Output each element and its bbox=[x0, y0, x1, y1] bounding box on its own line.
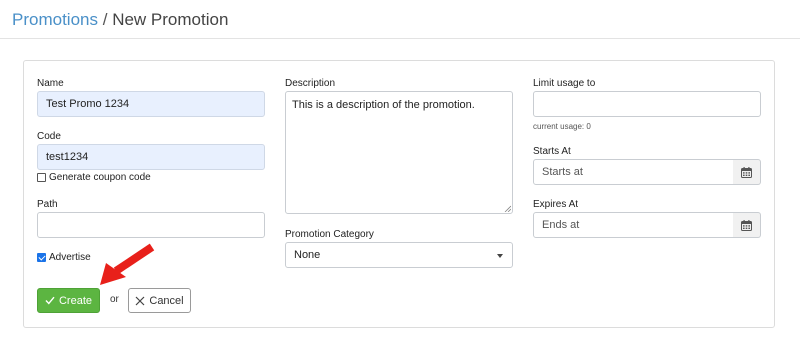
code-label: Code bbox=[37, 131, 61, 142]
current-usage-help: current usage: 0 bbox=[533, 122, 591, 131]
description-value: This is a description of the promotion. bbox=[292, 99, 475, 111]
check-icon bbox=[45, 296, 55, 305]
promotion-category-select[interactable]: None bbox=[285, 242, 513, 268]
advertise-box[interactable] bbox=[37, 253, 46, 262]
page-title: New Promotion bbox=[112, 10, 229, 29]
generate-coupon-box[interactable] bbox=[37, 173, 46, 182]
breadcrumb-promotions-link[interactable]: Promotions bbox=[12, 10, 98, 29]
expires-at-calendar-button[interactable] bbox=[733, 212, 761, 238]
code-value: test1234 bbox=[46, 151, 89, 163]
calendar-icon bbox=[741, 219, 752, 231]
generate-coupon-checkbox[interactable]: Generate coupon code bbox=[37, 172, 151, 183]
expires-at-input[interactable]: Ends at bbox=[533, 212, 734, 238]
starts-at-label: Starts At bbox=[533, 146, 571, 157]
code-input[interactable]: test1234 bbox=[37, 144, 265, 170]
cancel-label: Cancel bbox=[149, 294, 184, 307]
red-arrow-annotation bbox=[100, 243, 155, 285]
expires-at-label: Expires At bbox=[533, 199, 579, 210]
resize-handle-icon[interactable] bbox=[504, 205, 511, 212]
breadcrumb: Promotions / New Promotion bbox=[12, 10, 228, 30]
close-icon bbox=[135, 296, 145, 305]
name-label: Name bbox=[37, 78, 64, 89]
description-label: Description bbox=[285, 78, 336, 89]
name-value: Test Promo 1234 bbox=[46, 98, 130, 110]
name-input[interactable]: Test Promo 1234 bbox=[37, 91, 265, 117]
starts-at-placeholder: Starts at bbox=[542, 166, 583, 178]
expires-at-placeholder: Ends at bbox=[542, 219, 580, 231]
create-label: Create bbox=[58, 294, 93, 307]
path-input[interactable] bbox=[37, 212, 265, 238]
path-label: Path bbox=[37, 199, 58, 210]
limit-usage-label: Limit usage to bbox=[533, 78, 596, 89]
starts-at-input[interactable]: Starts at bbox=[533, 159, 734, 185]
or-text: or bbox=[110, 294, 119, 305]
breadcrumb-separator: / bbox=[102, 10, 108, 29]
promotion-category-label: Promotion Category bbox=[285, 229, 374, 240]
description-textarea[interactable]: This is a description of the promotion. bbox=[285, 91, 513, 214]
header-divider bbox=[0, 38, 800, 39]
limit-usage-input[interactable] bbox=[533, 91, 761, 117]
caret-down-icon bbox=[497, 254, 503, 258]
calendar-icon bbox=[741, 166, 752, 178]
generate-coupon-label: Generate coupon code bbox=[49, 172, 151, 183]
starts-at-calendar-button[interactable] bbox=[733, 159, 761, 185]
promotion-category-value: None bbox=[294, 249, 321, 261]
